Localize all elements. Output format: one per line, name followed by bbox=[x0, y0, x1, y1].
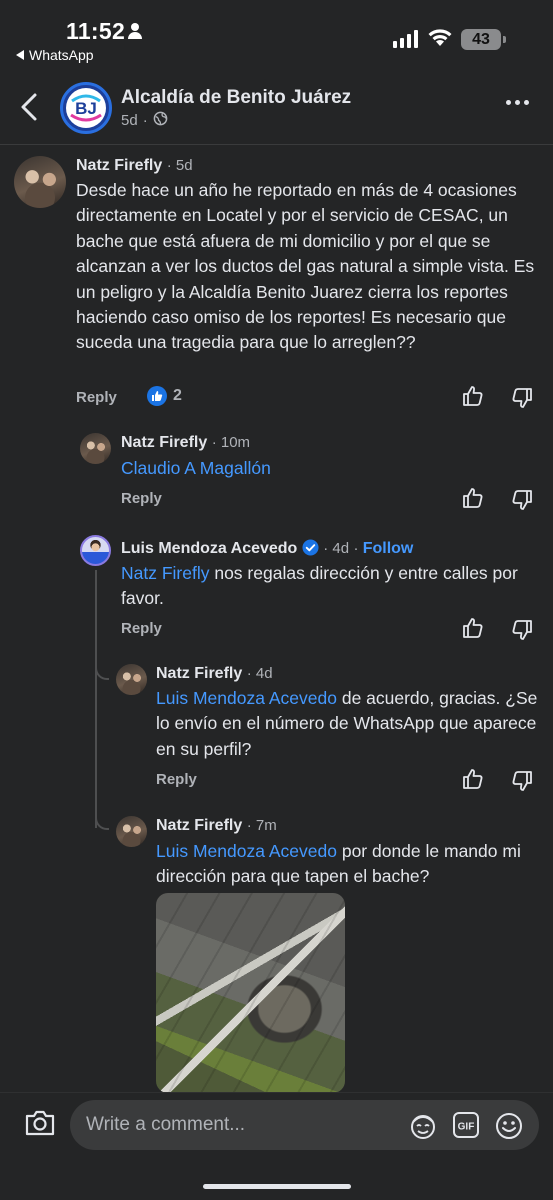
signal-icon bbox=[393, 30, 418, 48]
battery-level: 43 bbox=[461, 29, 501, 50]
avatar[interactable] bbox=[14, 156, 66, 208]
back-triangle-icon bbox=[16, 47, 25, 63]
post-age: 5d bbox=[121, 112, 138, 129]
reply-button[interactable]: Reply bbox=[76, 389, 117, 406]
thread-connector bbox=[95, 660, 109, 680]
thumbs-up-icon[interactable] bbox=[461, 767, 485, 796]
comment-text: Luis Mendoza Acevedo por donde le mando … bbox=[156, 841, 521, 887]
header-divider bbox=[0, 144, 553, 145]
like-badge-icon bbox=[147, 386, 167, 406]
reply-button[interactable]: Reply bbox=[121, 490, 162, 507]
avatar[interactable] bbox=[80, 535, 111, 566]
avatar[interactable] bbox=[80, 433, 111, 464]
thumbs-up-icon[interactable] bbox=[461, 486, 485, 515]
reaction-count[interactable]: 2 bbox=[147, 386, 182, 406]
comment-header: Natz Firefly · 5d bbox=[76, 157, 193, 174]
comment-text: Natz Firefly nos regalas dirección y ent… bbox=[121, 563, 518, 609]
comment-text: Claudio A Magallón bbox=[121, 456, 531, 481]
gif-icon[interactable]: GIF bbox=[452, 1111, 480, 1144]
thumbs-up-icon[interactable] bbox=[461, 616, 485, 645]
reply-button[interactable]: Reply bbox=[156, 771, 197, 788]
thumbs-down-icon[interactable] bbox=[510, 386, 534, 415]
mention-link[interactable]: Natz Firefly bbox=[121, 563, 209, 583]
back-app-label: WhatsApp bbox=[29, 47, 94, 63]
comment-text: Desde hace un año he reportado en más de… bbox=[76, 180, 535, 353]
comment-header: Natz Firefly · 4d bbox=[156, 665, 273, 682]
avatar-sticker-icon[interactable] bbox=[408, 1112, 438, 1145]
back-to-app-link[interactable]: WhatsApp bbox=[16, 47, 94, 63]
thumbs-down-icon[interactable] bbox=[510, 618, 534, 647]
verified-badge-icon bbox=[302, 539, 319, 561]
follow-button[interactable]: Follow bbox=[363, 540, 414, 557]
page-avatar-text: BJ bbox=[75, 99, 97, 118]
mention-link[interactable]: Claudio A Magallón bbox=[121, 458, 271, 478]
pothole-photo[interactable] bbox=[156, 893, 345, 1093]
reply-button[interactable]: Reply bbox=[121, 620, 162, 637]
comment-time: 4d bbox=[255, 665, 273, 682]
comment-author[interactable]: Luis Mendoza Acevedo bbox=[121, 540, 297, 557]
battery-tip bbox=[503, 36, 506, 43]
avatar[interactable] bbox=[116, 664, 147, 695]
comment-header: Luis Mendoza Acevedo · 4d · Follow bbox=[121, 539, 413, 561]
comment-author[interactable]: Natz Firefly bbox=[156, 817, 242, 834]
comment-header: Natz Firefly · 10m bbox=[121, 434, 251, 451]
comment-composer[interactable]: GIF bbox=[70, 1100, 539, 1150]
emoji-icon[interactable] bbox=[495, 1112, 523, 1145]
more-options-button[interactable] bbox=[506, 100, 529, 105]
page-title[interactable]: Alcaldía de Benito Juárez bbox=[121, 87, 351, 109]
mention-link[interactable]: Luis Mendoza Acevedo bbox=[156, 688, 337, 708]
thumbs-down-icon[interactable] bbox=[510, 769, 534, 798]
post-meta: 5d · bbox=[121, 111, 168, 130]
thumbs-down-icon[interactable] bbox=[510, 488, 534, 517]
comment-author[interactable]: Natz Firefly bbox=[121, 434, 207, 451]
comment-input[interactable] bbox=[86, 1100, 386, 1150]
status-time: 11:52 bbox=[66, 18, 126, 44]
comment-time: 4d bbox=[332, 540, 350, 557]
thumbs-up-icon[interactable] bbox=[461, 384, 485, 413]
back-button[interactable] bbox=[18, 92, 40, 127]
like-count: 2 bbox=[173, 387, 182, 404]
comment-author[interactable]: Natz Firefly bbox=[156, 665, 242, 682]
wifi-icon bbox=[427, 27, 453, 52]
comment-time: 5d bbox=[175, 157, 193, 174]
comment-header: Natz Firefly · 7m bbox=[156, 817, 277, 834]
mention-link[interactable]: Luis Mendoza Acevedo bbox=[156, 841, 337, 861]
gif-label: GIF bbox=[458, 1122, 475, 1133]
thread-connector bbox=[95, 810, 109, 830]
thread-line bbox=[95, 570, 97, 828]
globe-icon bbox=[153, 111, 168, 130]
person-icon bbox=[127, 22, 143, 45]
page-avatar[interactable]: BJ bbox=[60, 82, 112, 134]
avatar[interactable] bbox=[116, 816, 147, 847]
comment-text: Luis Mendoza Acevedo de acuerdo, gracias… bbox=[156, 688, 538, 759]
comment-author[interactable]: Natz Firefly bbox=[76, 157, 162, 174]
comment-time: 7m bbox=[255, 817, 277, 834]
home-indicator bbox=[203, 1184, 351, 1189]
camera-icon[interactable] bbox=[24, 1108, 56, 1143]
comment-time: 10m bbox=[220, 434, 251, 451]
